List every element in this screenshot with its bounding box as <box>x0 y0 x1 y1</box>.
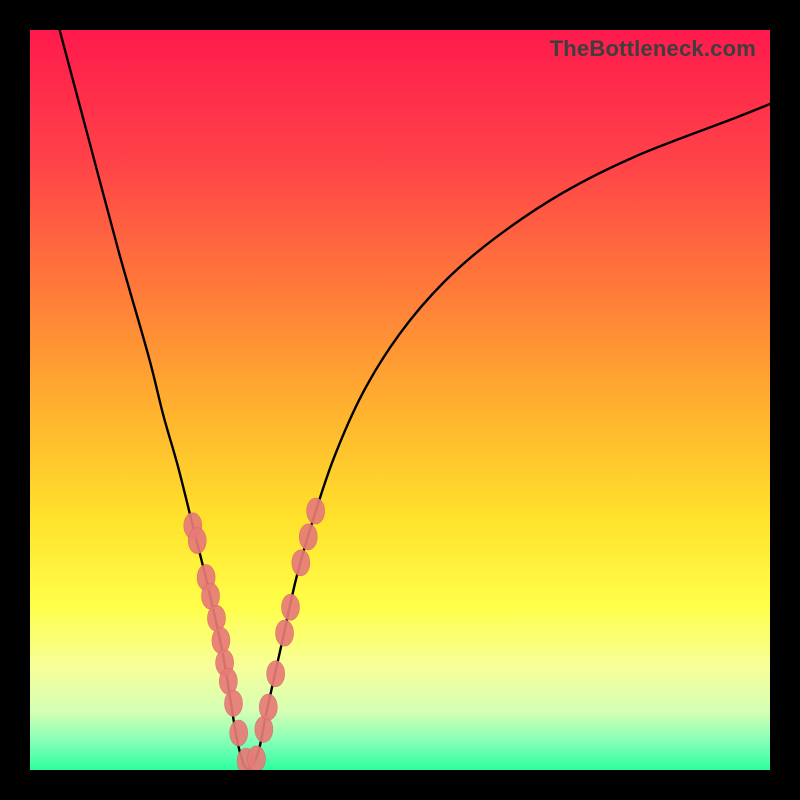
watermark-text: TheBottleneck.com <box>550 36 756 62</box>
highlight-marker <box>259 694 277 720</box>
highlight-marker <box>188 528 206 554</box>
highlight-marker <box>225 690 243 716</box>
bottleneck-curve <box>60 30 770 769</box>
chart-frame: TheBottleneck.com <box>0 0 800 800</box>
plot-area: TheBottleneck.com <box>30 30 770 770</box>
highlight-markers <box>184 498 325 770</box>
highlight-marker <box>255 716 273 742</box>
highlight-marker <box>292 550 310 576</box>
highlight-marker <box>230 720 248 746</box>
highlight-marker <box>247 746 265 770</box>
highlight-marker <box>299 524 317 550</box>
highlight-marker <box>267 661 285 687</box>
curve-layer <box>30 30 770 770</box>
highlight-marker <box>281 594 299 620</box>
highlight-marker <box>276 620 294 646</box>
highlight-marker <box>307 498 325 524</box>
highlight-marker <box>207 605 225 631</box>
highlight-marker <box>212 628 230 654</box>
